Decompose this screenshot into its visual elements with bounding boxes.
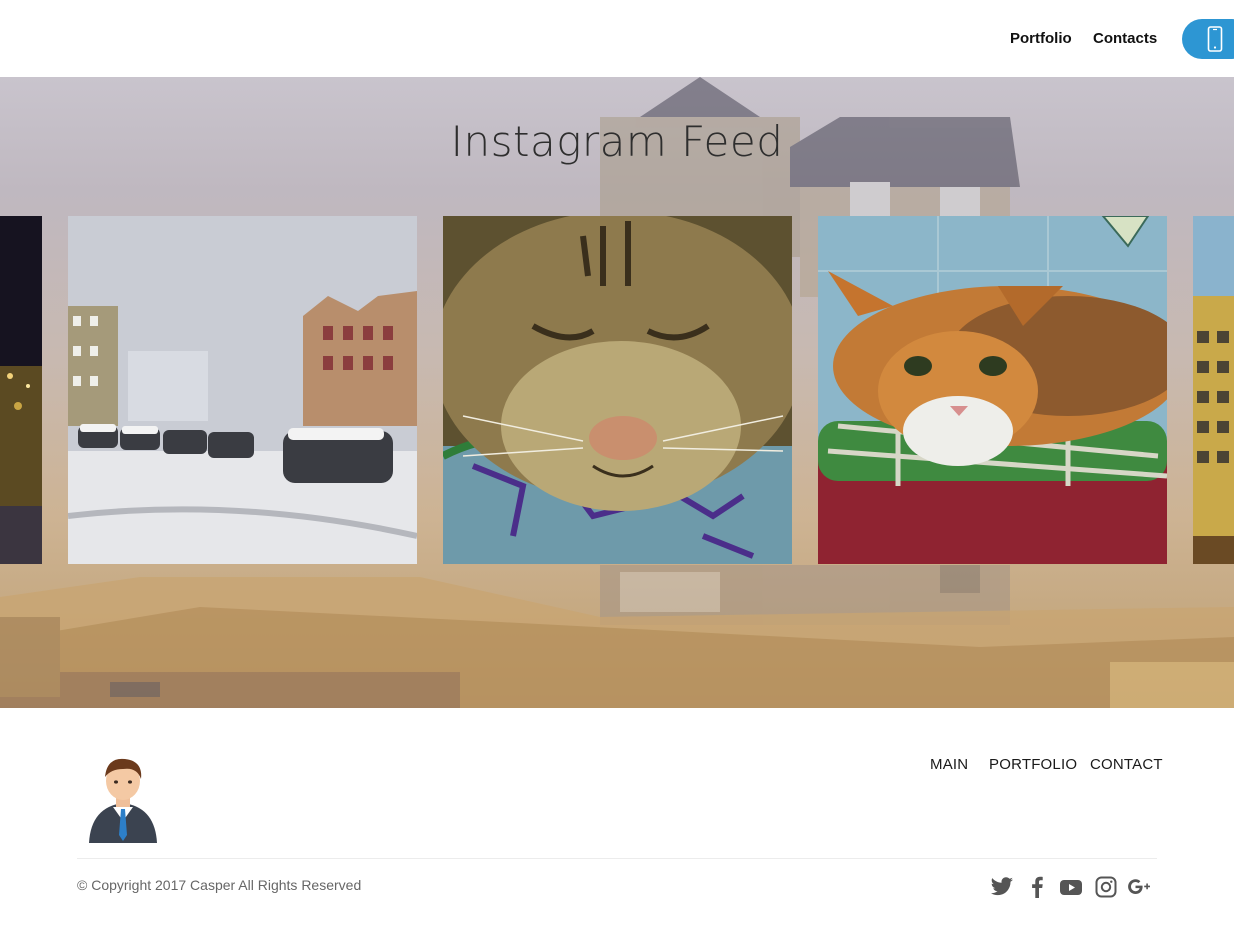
- nav-portfolio-link[interactable]: Portfolio: [1010, 30, 1072, 47]
- footer-nav-portfolio[interactable]: PORTFOLIO: [989, 756, 1077, 773]
- instagram-photo[interactable]: [68, 216, 417, 564]
- site-footer: MAIN PORTFOLIO CONTACT © Copyright 2017 …: [0, 708, 1234, 926]
- instagram-icon[interactable]: [1094, 876, 1118, 898]
- google-plus-icon[interactable]: [1127, 876, 1151, 898]
- twitter-icon[interactable]: [990, 876, 1014, 898]
- instagram-feed-section: Instagram Feed: [0, 77, 1234, 708]
- instagram-photo[interactable]: [0, 216, 42, 564]
- footer-divider: [77, 858, 1157, 859]
- nav-contacts-link[interactable]: Contacts: [1093, 30, 1157, 47]
- phone-button[interactable]: [1182, 19, 1234, 59]
- section-title: Instagram Feed: [450, 117, 784, 166]
- avatar: [85, 755, 161, 843]
- footer-nav-contact[interactable]: CONTACT: [1090, 756, 1163, 773]
- youtube-icon[interactable]: [1059, 876, 1083, 898]
- site-header: Portfolio Contacts: [0, 0, 1234, 77]
- footer-nav-main[interactable]: MAIN: [930, 756, 968, 773]
- instagram-photo[interactable]: [1193, 216, 1234, 564]
- copyright-text: © Copyright 2017 Casper All Rights Reser…: [77, 877, 362, 893]
- instagram-photo[interactable]: [443, 216, 792, 564]
- facebook-icon[interactable]: [1026, 876, 1050, 898]
- instagram-photo[interactable]: [818, 216, 1167, 564]
